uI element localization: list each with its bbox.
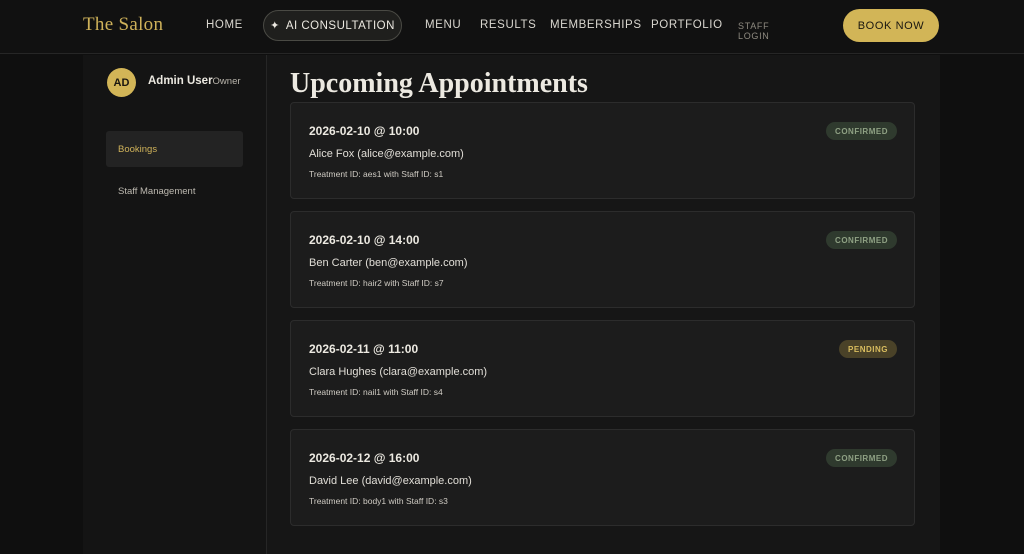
appointment-card[interactable]: 2026-02-10 @ 14:00 Ben Carter (ben@examp… — [290, 211, 915, 308]
user-role: Owner — [212, 76, 241, 87]
nav-home[interactable]: HOME — [206, 19, 243, 31]
status-badge: CONFIRMED — [826, 231, 897, 249]
sparkle-icon: ✦ — [270, 20, 280, 32]
appointment-client: Ben Carter (ben@example.com) — [309, 257, 468, 269]
appointment-client: David Lee (david@example.com) — [309, 475, 472, 487]
user-name: Admin User — [148, 75, 213, 87]
appointment-card[interactable]: 2026-02-11 @ 11:00 Clara Hughes (clara@e… — [290, 320, 915, 417]
user-info: Admin UserOwner — [148, 75, 241, 87]
status-badge: CONFIRMED — [826, 449, 897, 467]
nav-results[interactable]: RESULTS — [480, 19, 536, 31]
brand-logo[interactable]: The Salon — [83, 14, 163, 36]
page-title: Upcoming Appointments — [290, 68, 588, 99]
appointment-datetime: 2026-02-12 @ 16:00 — [309, 451, 420, 465]
sidebar — [83, 55, 267, 554]
appointment-datetime: 2026-02-11 @ 11:00 — [309, 342, 419, 356]
sidebar-item-label: Bookings — [118, 143, 158, 155]
appointment-card[interactable]: 2026-02-12 @ 16:00 David Lee (david@exam… — [290, 429, 915, 526]
nav-memberships[interactable]: MEMBERSHIPS — [550, 19, 642, 31]
appointment-treatment-info: Treatment ID: body1 with Staff ID: s3 — [309, 496, 448, 506]
nav-ai-consultation-button[interactable]: ✦ AI CONSULTATION — [263, 10, 402, 41]
status-badge: CONFIRMED — [826, 122, 897, 140]
sidebar-item-label: Staff Management — [118, 185, 196, 197]
appointment-client: Clara Hughes (clara@example.com) — [309, 366, 488, 378]
book-now-button[interactable]: BOOK NOW — [843, 9, 939, 42]
status-badge: PENDING — [839, 340, 897, 358]
appointment-datetime: 2026-02-10 @ 10:00 — [309, 124, 420, 138]
nav-menu[interactable]: MENU — [425, 19, 461, 31]
sidebar-item-staff-management[interactable]: Staff Management — [106, 173, 243, 209]
appointment-treatment-info: Treatment ID: hair2 with Staff ID: s7 — [309, 278, 444, 288]
appointment-card[interactable]: 2026-02-10 @ 10:00 Alice Fox (alice@exam… — [290, 102, 915, 199]
appointment-treatment-info: Treatment ID: aes1 with Staff ID: s1 — [309, 169, 444, 179]
appointment-datetime: 2026-02-10 @ 14:00 — [309, 233, 420, 247]
avatar: AD — [107, 68, 136, 97]
appointment-client: Alice Fox (alice@example.com) — [309, 148, 464, 160]
top-navigation-bar: The Salon HOME ✦ AI CONSULTATION MENU RE… — [0, 0, 1024, 54]
nav-staff-login[interactable]: STAFF LOGIN — [738, 21, 770, 41]
appointment-treatment-info: Treatment ID: nail1 with Staff ID: s4 — [309, 387, 443, 397]
nav-portfolio[interactable]: PORTFOLIO — [651, 19, 723, 31]
sidebar-item-bookings[interactable]: Bookings — [106, 131, 243, 167]
nav-ai-consultation-label: AI CONSULTATION — [285, 19, 395, 32]
